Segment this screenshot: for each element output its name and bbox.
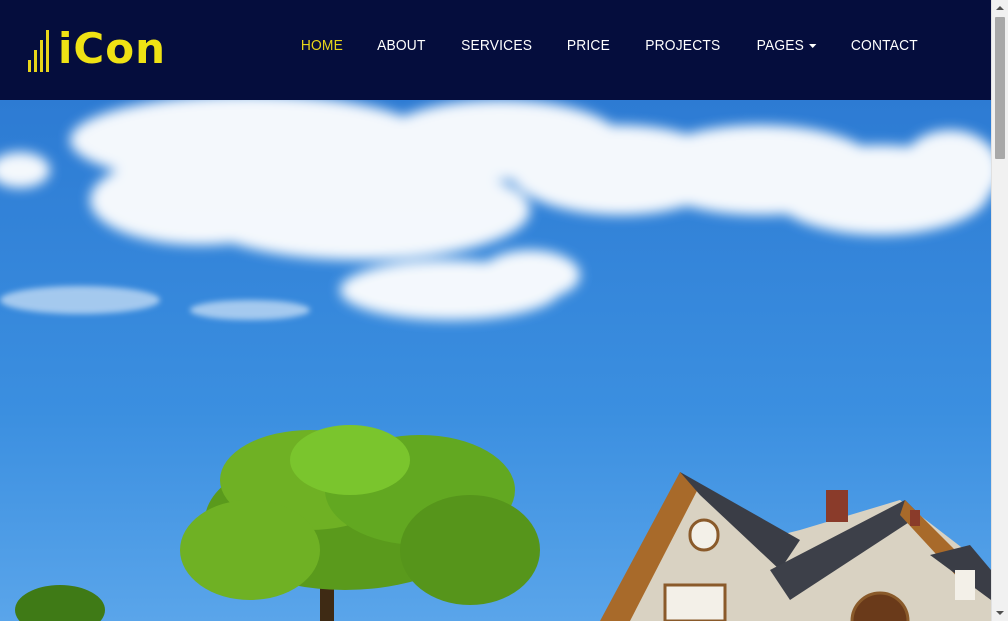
scrollbar-thumb[interactable]	[995, 17, 1005, 159]
nav-pages[interactable]: PAGES	[742, 37, 829, 54]
nav-home[interactable]: HOME	[288, 37, 358, 54]
main-nav: HOME ABOUT SERVICES PRICE PROJECTS PAGES…	[284, 37, 936, 54]
nav-about[interactable]: ABOUT	[364, 37, 440, 54]
scroll-up-arrow-icon[interactable]	[996, 6, 1004, 10]
nav-price[interactable]: PRICE	[553, 37, 624, 54]
hero-scene	[0, 100, 991, 621]
brand-name: iCon	[58, 24, 166, 73]
top-navbar: iCon HOME ABOUT SERVICES PRICE PROJECTS …	[0, 0, 991, 100]
caret-down-icon	[808, 44, 816, 49]
hero-image	[0, 100, 991, 621]
signal-bars-icon	[28, 30, 54, 72]
scroll-down-arrow-icon[interactable]	[996, 611, 1004, 615]
vertical-scrollbar[interactable]	[991, 0, 1008, 621]
nav-contact[interactable]: CONTACT	[837, 37, 932, 54]
nav-services[interactable]: SERVICES	[447, 37, 546, 54]
nav-pages-label: PAGES	[756, 37, 804, 54]
nav-projects[interactable]: PROJECTS	[631, 37, 734, 54]
